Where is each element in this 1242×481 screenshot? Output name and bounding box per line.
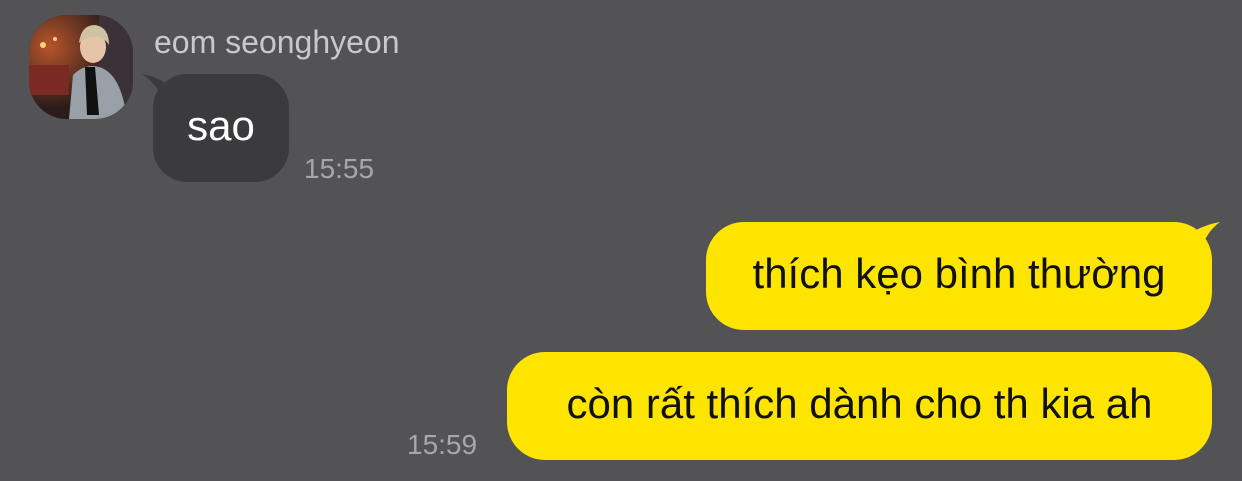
avatar[interactable] [29, 15, 133, 119]
message-timestamp: 15:55 [304, 153, 375, 184]
sender-name: eom seonghyeon [154, 24, 400, 60]
outgoing-message-text: thích kẹo bình thường [752, 250, 1166, 297]
outgoing-message-bubble[interactable]: thích kẹo bình thường [706, 222, 1212, 330]
incoming-message-bubble[interactable]: sao [153, 74, 289, 182]
profile-photo-icon [29, 15, 133, 119]
outgoing-message-bubble[interactable]: còn rất thích dành cho th kia ah [507, 352, 1212, 460]
incoming-message-text: sao [187, 102, 255, 149]
outgoing-message-text: còn rất thích dành cho th kia ah [566, 380, 1153, 427]
message-timestamp: 15:59 [407, 429, 478, 460]
